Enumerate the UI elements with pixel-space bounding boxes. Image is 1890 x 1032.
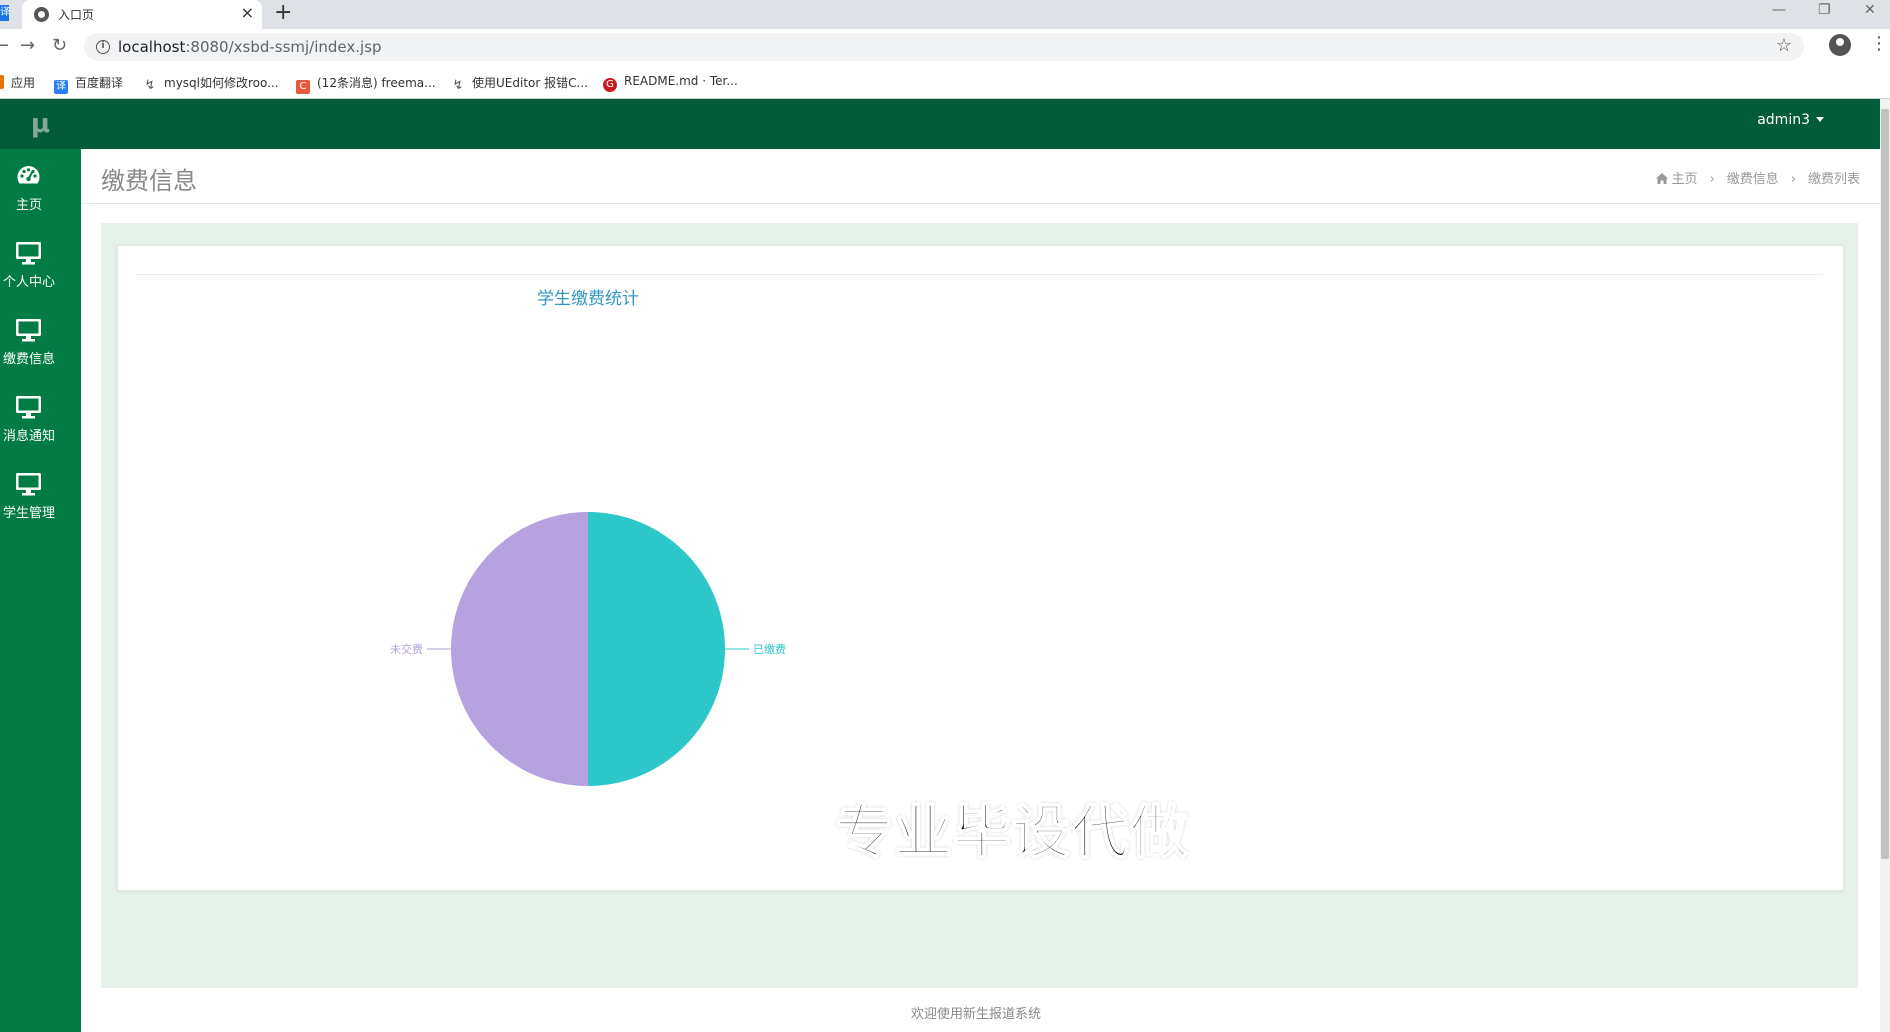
brand-logo[interactable]: μ <box>0 99 81 149</box>
browser-tab-strip: 译 入口页 × + — ❐ ✕ <box>0 0 1890 29</box>
sidebar: μ 主页 个人中心 缴费信息 消息通知 学生管理 <box>0 99 81 1032</box>
tab-title: 入口页 <box>58 8 95 22</box>
pie-slice[interactable] <box>588 512 725 786</box>
gitee-icon: G <box>603 78 617 92</box>
desktop-icon <box>15 240 42 268</box>
csdn-icon: C <box>296 80 310 94</box>
bookmark-label: mysql如何修改roo... <box>164 76 279 90</box>
caret-down-icon <box>1816 117 1824 122</box>
apps-icon <box>0 75 4 89</box>
sidebar-item-home[interactable]: 主页 <box>0 149 81 226</box>
pie-label: 未交费 <box>390 642 423 656</box>
footer: 欢迎使用新生报道系统 <box>81 988 1880 1032</box>
sidebar-item-label: 主页 <box>15 198 42 213</box>
browser-toolbar: ← → ↻ i localhost:8080/xsbd-ssmj/index.j… <box>0 29 1890 65</box>
more-menu-icon[interactable]: ⋮ <box>1870 33 1888 54</box>
bookmarks-bar: 应用 译百度翻译 ↯ mysql如何修改roo... C (12条消息) freem… <box>0 65 1890 99</box>
top-navbar: admin3 <box>81 99 1880 149</box>
translate-icon: 译 <box>54 80 68 94</box>
sidebar-item-label: 消息通知 <box>2 429 55 444</box>
bookmark-star-icon[interactable]: ☆ <box>1776 35 1792 56</box>
sidebar-item-payment[interactable]: 缴费信息 <box>0 303 81 380</box>
breadcrumb-home-label: 主页 <box>1671 172 1698 187</box>
bookmark-label: 使用UEditor 报错C... <box>472 76 588 90</box>
sidebar-item-label: 个人中心 <box>2 275 55 290</box>
breadcrumb-level2: 缴费列表 <box>1807 172 1860 187</box>
breadcrumb-home[interactable]: 主页 <box>1655 168 1698 187</box>
chart-title: 学生缴费统计 <box>537 289 639 308</box>
reload-icon[interactable]: ↻ <box>52 35 67 56</box>
user-menu[interactable]: admin3 <box>1757 112 1824 128</box>
bookmark-baidu-translate[interactable]: 译百度翻译 <box>54 74 123 94</box>
scrollbar-thumb[interactable] <box>1881 109 1889 859</box>
desktop-icon <box>15 394 42 422</box>
page-title: 缴费信息 <box>101 167 197 195</box>
pie-slices: 已缴费 未交费 <box>390 512 786 786</box>
bookmark-label: 百度翻译 <box>75 76 124 90</box>
cache-icon: ↯ <box>144 78 156 93</box>
url-host: localhost <box>118 38 186 56</box>
chevron-right-icon: › <box>1709 172 1715 187</box>
breadcrumb: 主页 › 缴费信息 › 缴费列表 <box>1655 168 1860 187</box>
tab-close-button[interactable]: × <box>241 3 254 22</box>
globe-icon <box>34 7 49 22</box>
bookmark-label: README.md · Ter... <box>624 74 738 88</box>
bookmark-label: (12条消息) freema... <box>317 76 436 90</box>
watermark-text: 专业毕设代做 <box>834 797 1190 867</box>
profile-icon[interactable] <box>1829 34 1851 56</box>
dashboard-icon <box>15 163 42 191</box>
sidebar-item-label: 学生管理 <box>2 506 55 521</box>
bookmark-apps[interactable]: 应用 <box>0 74 35 91</box>
bookmark-mysql[interactable]: ↯ mysql如何修改roo... <box>143 74 279 93</box>
sidebar-item-label: 缴费信息 <box>2 352 55 367</box>
forward-icon[interactable]: → <box>20 35 35 56</box>
address-bar[interactable]: i localhost:8080/xsbd-ssmj/index.jsp ☆ <box>84 33 1804 61</box>
bookmark-ueditor[interactable]: ↯ 使用UEditor 报错C... <box>451 74 588 93</box>
back-icon[interactable]: ← <box>0 35 9 56</box>
user-name: admin3 <box>1757 112 1810 128</box>
restore-icon[interactable]: ❐ <box>1818 2 1831 18</box>
minimize-icon[interactable]: — <box>1772 2 1786 18</box>
chevron-right-icon: › <box>1790 172 1796 187</box>
sidebar-item-messages[interactable]: 消息通知 <box>0 380 81 457</box>
bookmark-csdn[interactable]: C (12条消息) freema... <box>296 74 436 94</box>
close-window-icon[interactable]: ✕ <box>1864 2 1876 18</box>
home-icon <box>1655 173 1668 184</box>
url-text[interactable]: localhost:8080/xsbd-ssmj/index.jsp <box>118 38 382 56</box>
page-header: 缴费信息 主页 › 缴费信息 › 缴费列表 <box>81 149 1880 204</box>
bookmark-label: 应用 <box>11 76 36 90</box>
sidebar-item-students[interactable]: 学生管理 <box>0 457 81 534</box>
translate-icon: 译 <box>0 5 10 21</box>
sidebar-item-profile[interactable]: 个人中心 <box>0 226 81 303</box>
new-tab-button[interactable]: + <box>274 0 292 26</box>
info-icon[interactable]: i <box>96 40 110 54</box>
scrollbar[interactable] <box>1880 99 1890 1032</box>
pie-label: 已缴费 <box>753 642 786 656</box>
browser-tab[interactable]: 入口页 × <box>22 0 262 29</box>
pie-slice[interactable] <box>451 512 588 786</box>
cache-icon: ↯ <box>452 78 464 93</box>
bookmark-gitee[interactable]: G README.md · Ter... <box>603 74 738 92</box>
desktop-icon <box>15 317 42 345</box>
desktop-icon <box>15 471 42 499</box>
footer-text: 欢迎使用新生报道系统 <box>910 1007 1041 1022</box>
breadcrumb-level1[interactable]: 缴费信息 <box>1727 168 1779 187</box>
url-path: :8080/xsbd-ssmj/index.jsp <box>185 38 382 56</box>
